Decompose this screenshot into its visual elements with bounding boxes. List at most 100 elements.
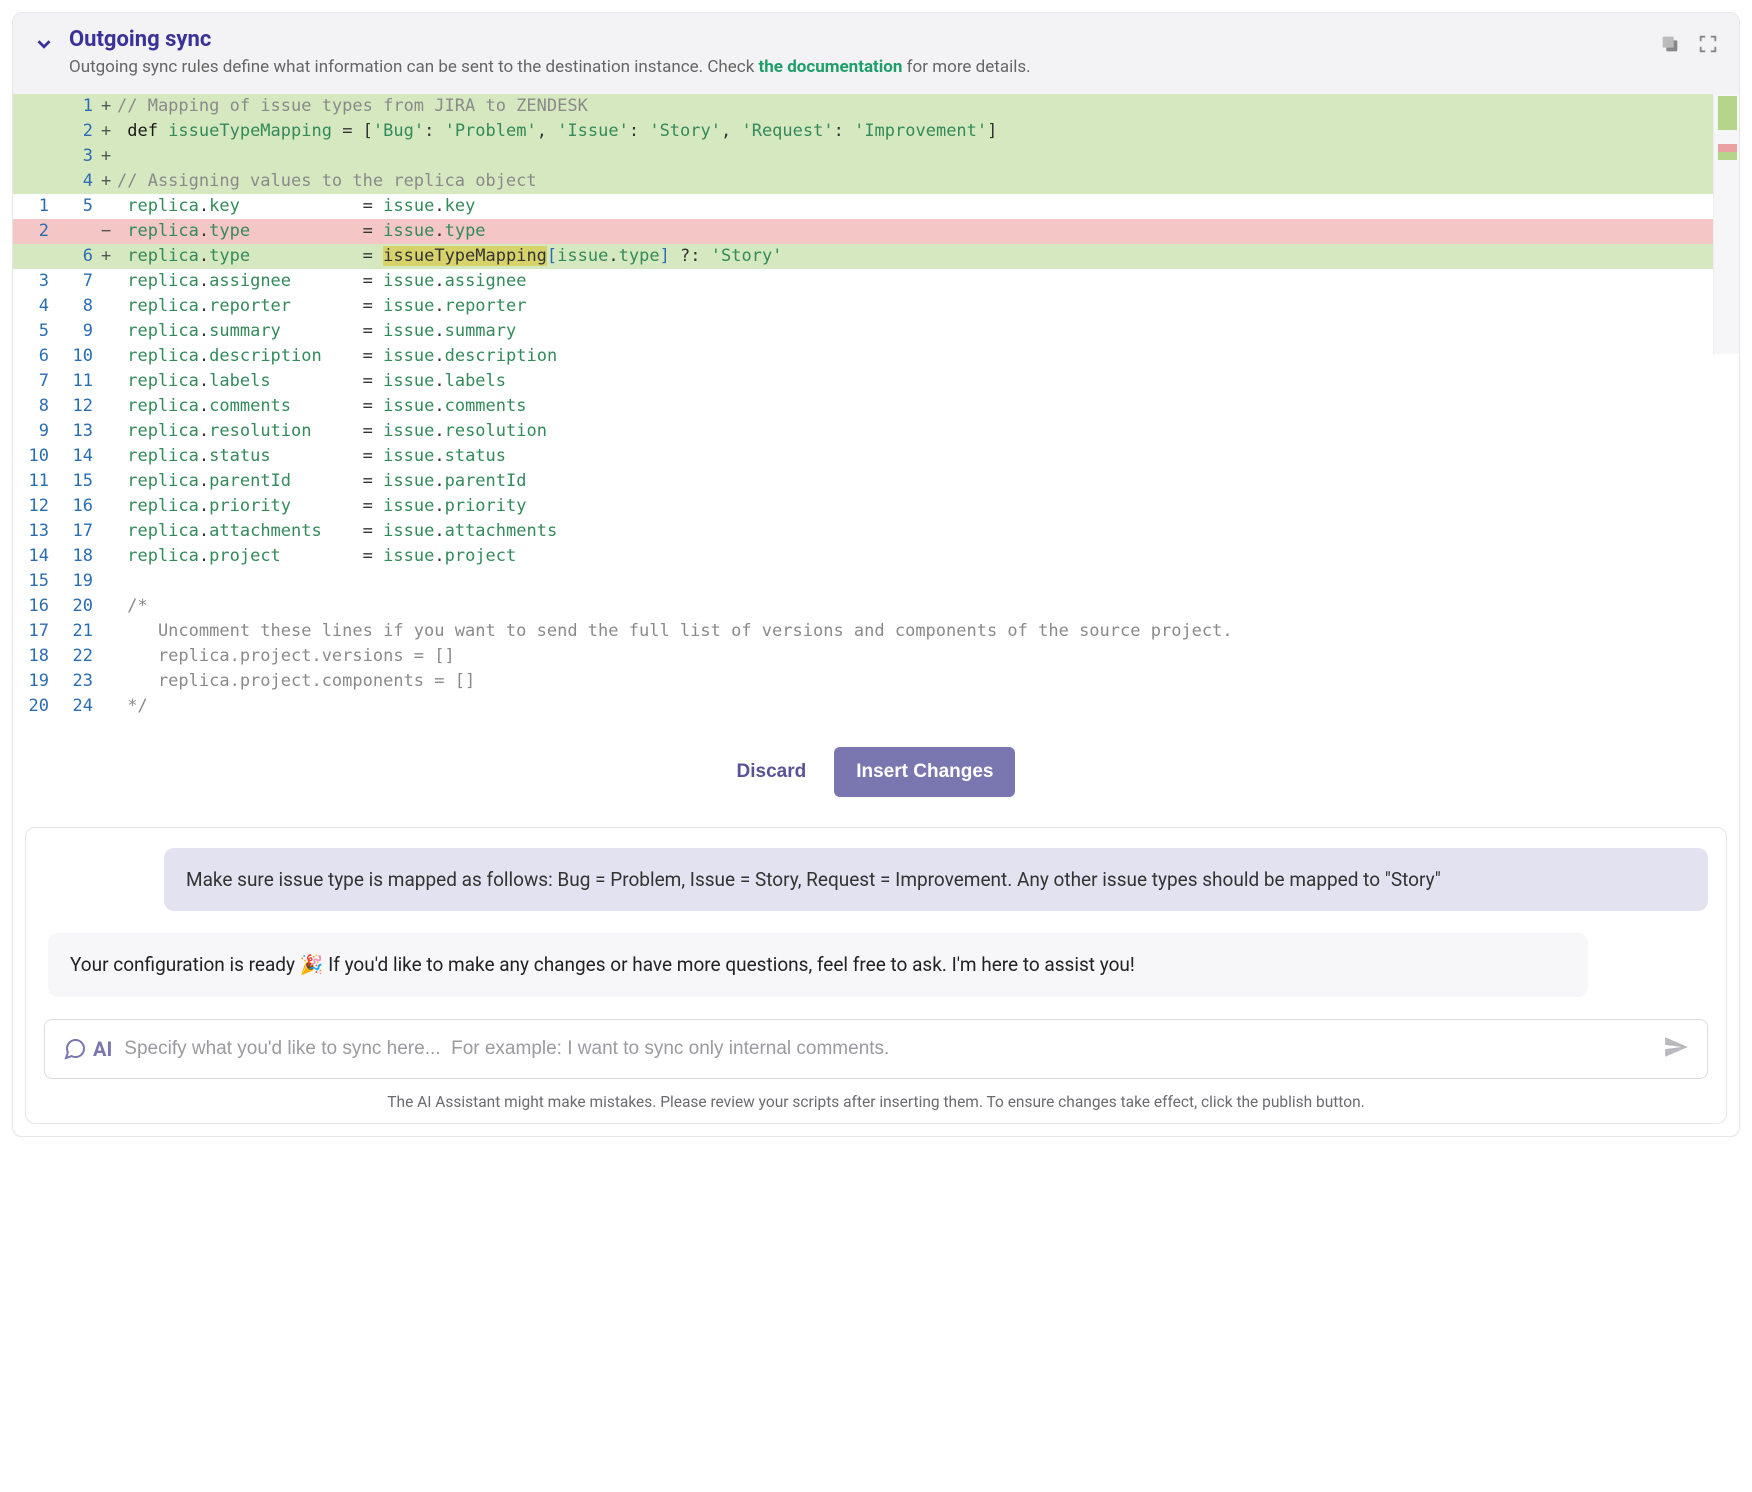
documentation-link[interactable]: the documentation (759, 57, 903, 77)
code-content: replica.type = issueTypeMapping[issue.ty… (115, 244, 1739, 269)
code-diff-editor[interactable]: 1+// Mapping of issue types from JIRA to… (13, 94, 1739, 719)
code-line[interactable]: 1317 replica.attachments = issue.attachm… (13, 519, 1739, 544)
code-content: /* (115, 594, 1739, 619)
assistant-message: Your configuration is ready 🎉 If you'd l… (48, 933, 1588, 997)
code-line[interactable]: 1620 /* (13, 594, 1739, 619)
code-content: replica.comments = issue.comments (115, 394, 1739, 419)
code-line[interactable]: 59 replica.summary = issue.summary (13, 319, 1739, 344)
code-line[interactable]: 37 replica.assignee = issue.assignee (13, 269, 1739, 294)
line-number-old: 11 (13, 469, 57, 494)
code-line[interactable]: 1519 (13, 569, 1739, 594)
code-line[interactable]: 2− replica.type = issue.type (13, 219, 1739, 244)
line-number-new: 20 (57, 594, 101, 619)
code-line[interactable]: 812 replica.comments = issue.comments (13, 394, 1739, 419)
line-number-new: 3 (57, 144, 101, 169)
ai-chat-panel: Make sure issue type is mapped as follow… (25, 827, 1727, 1124)
line-number-old: 17 (13, 619, 57, 644)
line-number-new: 24 (57, 694, 101, 719)
line-number-new: 19 (57, 569, 101, 594)
code-content: replica.assignee = issue.assignee (115, 269, 1739, 294)
send-icon (1663, 1034, 1689, 1060)
line-number-old: 1 (13, 194, 57, 219)
code-line[interactable]: 3+ (13, 144, 1739, 169)
code-line[interactable]: 2+ def issueTypeMapping = ['Bug': 'Probl… (13, 119, 1739, 144)
chevron-down-icon (33, 33, 55, 55)
collapse-toggle[interactable] (33, 33, 55, 59)
line-number-new: 5 (57, 194, 101, 219)
chat-input[interactable] (124, 1038, 1651, 1060)
line-number-old: 19 (13, 669, 57, 694)
fullscreen-button[interactable] (1697, 33, 1719, 55)
code-line[interactable]: 15 replica.key = issue.key (13, 194, 1739, 219)
code-line[interactable]: 48 replica.reporter = issue.reporter (13, 294, 1739, 319)
code-line[interactable]: 4+// Assigning values to the replica obj… (13, 169, 1739, 194)
code-line[interactable]: 1+// Mapping of issue types from JIRA to… (13, 94, 1739, 119)
code-line[interactable]: 1014 replica.status = issue.status (13, 444, 1739, 469)
code-content: replica.project.components = [] (115, 669, 1739, 694)
code-line[interactable]: 711 replica.labels = issue.labels (13, 369, 1739, 394)
line-number-new: 16 (57, 494, 101, 519)
line-number-new: 2 (57, 119, 101, 144)
outgoing-sync-panel: Outgoing sync Outgoing sync rules define… (12, 12, 1740, 1137)
line-number-old: 6 (13, 344, 57, 369)
code-line[interactable]: 913 replica.resolution = issue.resolutio… (13, 419, 1739, 444)
subtitle-suffix: for more details. (902, 57, 1030, 77)
line-number-old: 20 (13, 694, 57, 719)
diff-marker: + (101, 119, 115, 144)
line-number-new: 9 (57, 319, 101, 344)
code-line[interactable]: 1923 replica.project.components = [] (13, 669, 1739, 694)
code-content: replica.key = issue.key (115, 194, 1739, 219)
line-number-old: 15 (13, 569, 57, 594)
code-line[interactable]: 1418 replica.project = issue.project (13, 544, 1739, 569)
line-number-old: 14 (13, 544, 57, 569)
line-number-old: 10 (13, 444, 57, 469)
line-number-old: 2 (13, 219, 57, 244)
diff-marker: + (101, 169, 115, 194)
diff-marker: + (101, 144, 115, 169)
line-number-new: 23 (57, 669, 101, 694)
code-line[interactable]: 1216 replica.priority = issue.priority (13, 494, 1739, 519)
diff-marker: + (101, 244, 115, 269)
line-number-old: 8 (13, 394, 57, 419)
minimap[interactable] (1713, 94, 1739, 354)
send-button[interactable] (1663, 1034, 1689, 1064)
panel-subtitle: Outgoing sync rules define what informat… (69, 56, 1645, 80)
line-number-new: 18 (57, 544, 101, 569)
line-number-new: 15 (57, 469, 101, 494)
code-content: replica.parentId = issue.parentId (115, 469, 1739, 494)
panel-title: Outgoing sync (69, 27, 1645, 52)
line-number-old: 4 (13, 294, 57, 319)
line-number-old: 5 (13, 319, 57, 344)
code-line[interactable]: 1115 replica.parentId = issue.parentId (13, 469, 1739, 494)
line-number-new: 12 (57, 394, 101, 419)
line-number-new: 4 (57, 169, 101, 194)
line-number-old: 7 (13, 369, 57, 394)
line-number-old: 16 (13, 594, 57, 619)
line-number-new: 22 (57, 644, 101, 669)
diff-actions: Discard Insert Changes (13, 719, 1739, 821)
code-content: replica.project = issue.project (115, 544, 1739, 569)
panel-header: Outgoing sync Outgoing sync rules define… (13, 13, 1739, 94)
code-line[interactable]: 1822 replica.project.versions = [] (13, 644, 1739, 669)
line-number-new: 17 (57, 519, 101, 544)
insert-changes-button[interactable]: Insert Changes (834, 747, 1015, 797)
fullscreen-icon (1697, 33, 1719, 55)
discard-button[interactable]: Discard (737, 761, 807, 783)
line-number-new: 21 (57, 619, 101, 644)
code-content: def issueTypeMapping = ['Bug': 'Problem'… (115, 119, 1739, 144)
code-line[interactable]: 1721 Uncomment these lines if you want t… (13, 619, 1739, 644)
code-line[interactable]: 2024 */ (13, 694, 1739, 719)
chat-icon (63, 1037, 87, 1061)
code-line[interactable]: 6+ replica.type = issueTypeMapping[issue… (13, 244, 1739, 269)
code-content: replica.project.versions = [] (115, 644, 1739, 669)
line-number-old: 3 (13, 269, 57, 294)
line-number-new: 13 (57, 419, 101, 444)
code-content: replica.description = issue.description (115, 344, 1739, 369)
diff-marker: − (101, 219, 115, 244)
copy-button[interactable] (1659, 33, 1681, 55)
line-number-new: 14 (57, 444, 101, 469)
copy-icon (1659, 33, 1681, 55)
line-number-old: 18 (13, 644, 57, 669)
user-message: Make sure issue type is mapped as follow… (164, 848, 1708, 912)
code-line[interactable]: 610 replica.description = issue.descript… (13, 344, 1739, 369)
